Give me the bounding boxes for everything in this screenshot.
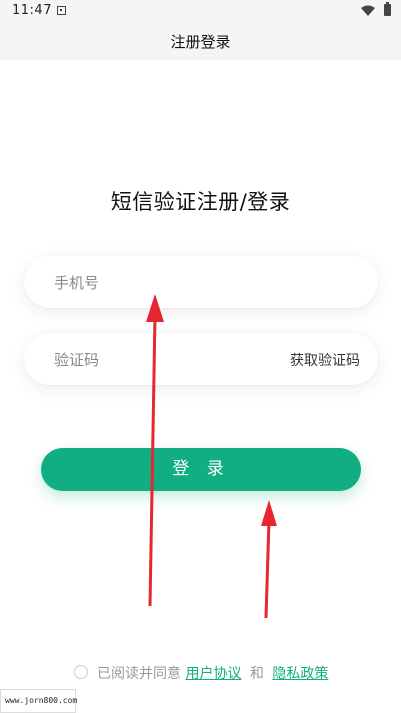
status-bar: 11:47 (0, 0, 401, 22)
agreement-text: 已阅读并同意 用户协议 和 隐私政策 (97, 663, 328, 683)
page-title: 注册登录 (170, 33, 231, 51)
arrow-annotation-right (261, 500, 277, 618)
login-button[interactable]: 登 录 (41, 448, 361, 491)
battery-icon (384, 2, 391, 16)
wifi-icon (361, 5, 375, 16)
nav-bar: 注册登录 (0, 22, 401, 60)
watermark: www.jorn800.com (0, 689, 77, 713)
get-code-button[interactable]: 获取验证码 (290, 350, 360, 370)
verification-code-input[interactable] (52, 333, 276, 387)
user-agreement-link[interactable]: 用户协议 (185, 666, 241, 682)
status-time: 11:47 (12, 3, 52, 18)
agreement-and: 和 (249, 666, 264, 682)
login-heading: 短信验证注册/登录 (110, 190, 291, 214)
phone-input[interactable] (52, 256, 276, 310)
qr-notification-icon (57, 6, 66, 15)
verification-code-field: 获取验证码 (24, 333, 378, 387)
agree-checkbox[interactable] (74, 665, 88, 679)
agreement-prefix: 已阅读并同意 (97, 666, 181, 682)
agreement-row: 已阅读并同意 用户协议 和 隐私政策 (0, 663, 401, 685)
phone-field (24, 256, 378, 310)
privacy-policy-link[interactable]: 隐私政策 (272, 666, 328, 682)
